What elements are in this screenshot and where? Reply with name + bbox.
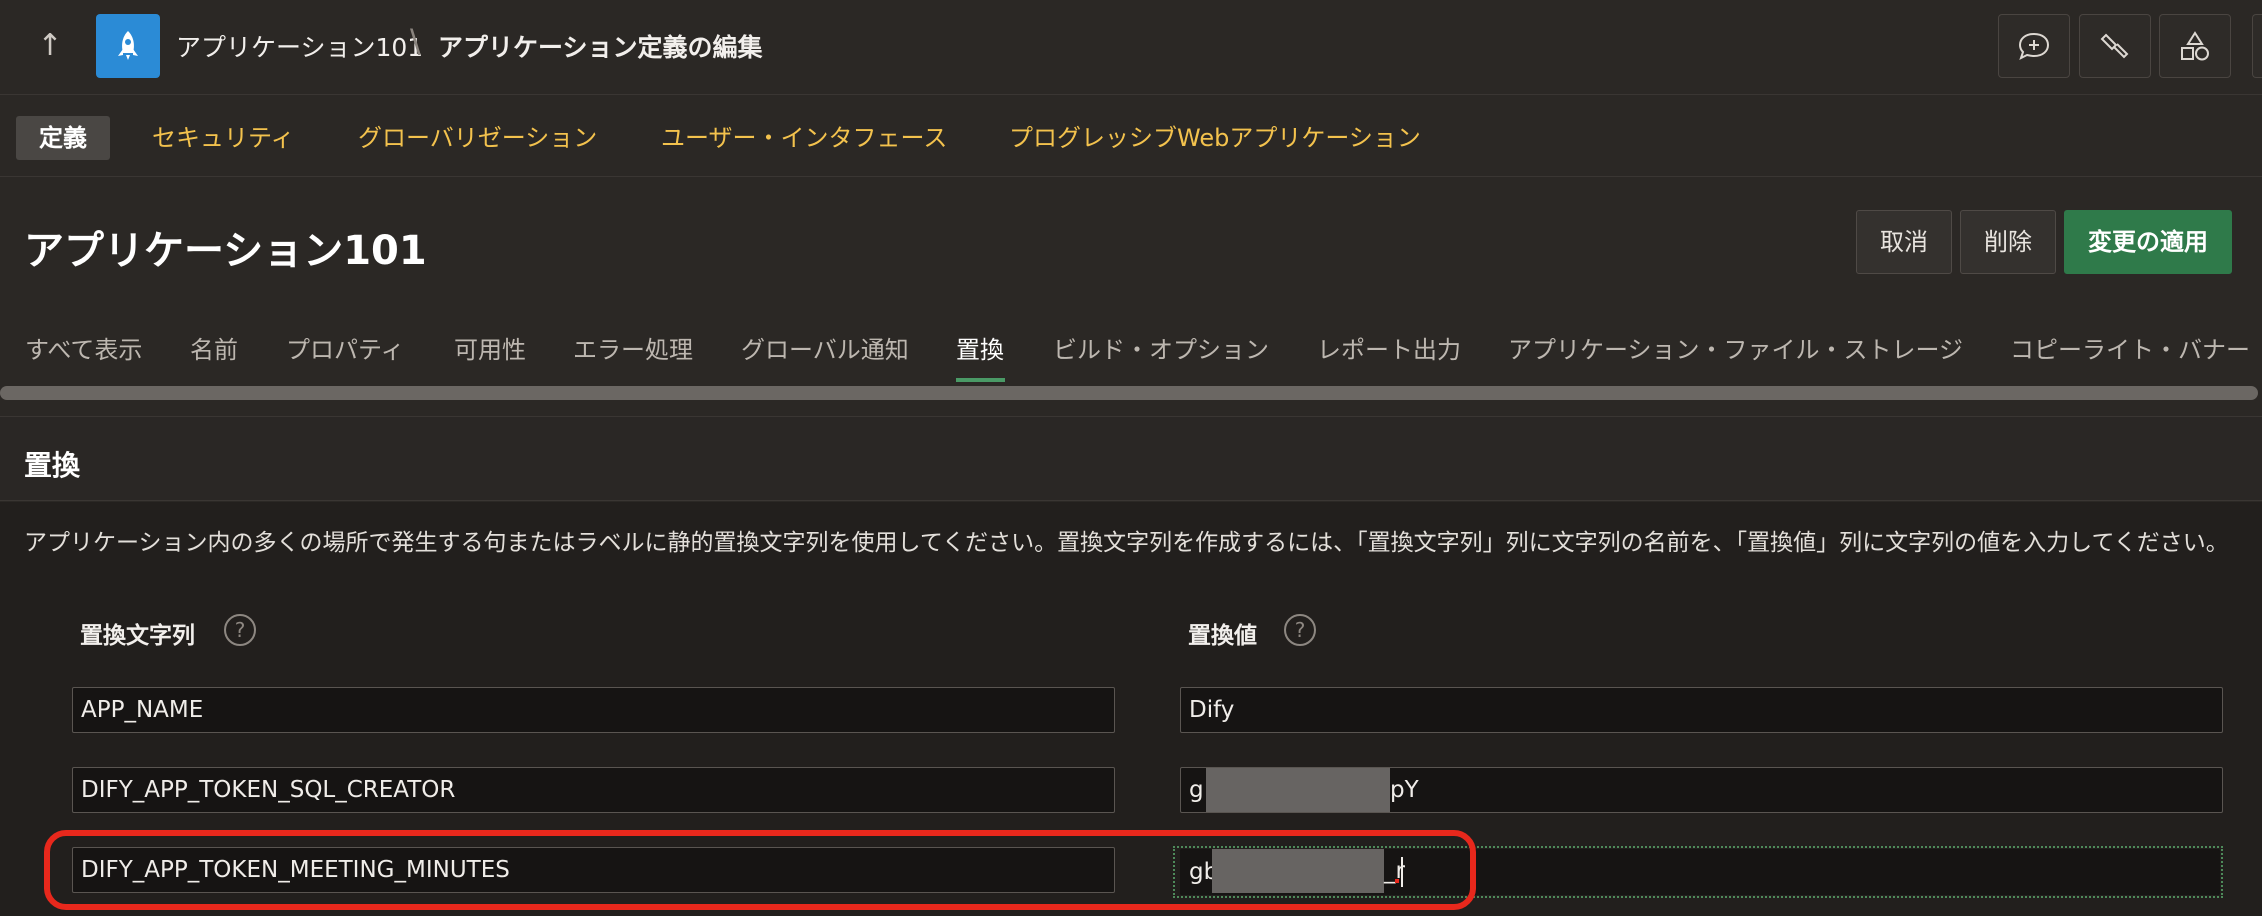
- tabs-scrollbar[interactable]: [0, 386, 2258, 400]
- substitution-string-field[interactable]: APP_NAME: [72, 687, 1115, 733]
- active-tab-indicator: [956, 378, 1005, 382]
- help-icon[interactable]: ?: [1284, 614, 1316, 646]
- region-title: 置換: [24, 449, 81, 482]
- brush-icon[interactable]: [2079, 14, 2151, 78]
- more-tool-button[interactable]: [2252, 14, 2262, 78]
- comment-add-icon[interactable]: [1998, 14, 2070, 78]
- tab-substitutions[interactable]: 置換: [956, 330, 1004, 365]
- tab-error-handling[interactable]: エラー処理: [573, 330, 693, 365]
- tab-availability[interactable]: 可用性: [454, 330, 526, 365]
- tab-app-file-storage[interactable]: アプリケーション・ファイル・ストレージ: [1508, 330, 1963, 365]
- rocket-icon[interactable]: [96, 14, 160, 78]
- substitution-string-field[interactable]: DIFY_APP_TOKEN_SQL_CREATOR: [72, 767, 1115, 813]
- header-bar: ↑ アプリケーション101 \ アプリケーション定義の編集: [0, 0, 2262, 95]
- column-header-string: 置換文字列: [80, 623, 195, 649]
- nav-definition[interactable]: 定義: [16, 116, 110, 160]
- nav-user-interface[interactable]: ユーザー・インタフェース: [661, 116, 947, 160]
- help-icon[interactable]: ?: [224, 614, 256, 646]
- column-header-value: 置換値: [1188, 623, 1257, 649]
- nav-pwa[interactable]: プログレッシブWebアプリケーション: [1009, 116, 1421, 160]
- substitution-value-field[interactable]: Dify: [1180, 687, 2223, 733]
- tab-copyright-banner[interactable]: コピーライト・バナー: [2010, 330, 2250, 365]
- highlight-annotation: [44, 830, 1476, 910]
- shapes-icon[interactable]: [2159, 14, 2231, 78]
- breadcrumb-separator: \: [410, 22, 421, 60]
- tab-global-notification[interactable]: グローバル通知: [741, 330, 909, 365]
- region-description: アプリケーション内の多くの場所で発生する句またはラベルに静的置換文字列を使用して…: [24, 530, 2229, 556]
- value-prefix: g: [1189, 777, 1204, 803]
- tab-build-options[interactable]: ビルド・オプション: [1053, 330, 1269, 365]
- cancel-button[interactable]: 取消: [1856, 210, 1952, 274]
- tab-report-output[interactable]: レポート出力: [1317, 330, 1461, 365]
- delete-button[interactable]: 削除: [1960, 210, 2056, 274]
- region-header: [0, 416, 2262, 501]
- page-title: アプリケーション101: [24, 228, 427, 274]
- breadcrumb-current: アプリケーション定義の編集: [438, 33, 763, 62]
- redaction-mask: [1206, 768, 1390, 812]
- tab-name[interactable]: 名前: [190, 330, 238, 365]
- tab-properties[interactable]: プロパティ: [286, 330, 405, 365]
- value-suffix: pY: [1390, 777, 1419, 803]
- tab-show-all[interactable]: すべて表示: [25, 330, 142, 365]
- nav-globalization[interactable]: グローバリゼーション: [358, 116, 597, 160]
- apply-changes-button[interactable]: 変更の適用: [2064, 210, 2232, 274]
- nav-security[interactable]: セキュリティ: [152, 116, 295, 160]
- arrow-up-icon[interactable]: ↑: [30, 26, 70, 66]
- definition-nav: 定義 セキュリティ グローバリゼーション ユーザー・インタフェース プログレッシ…: [0, 96, 2262, 177]
- breadcrumb-app[interactable]: アプリケーション101: [176, 28, 423, 64]
